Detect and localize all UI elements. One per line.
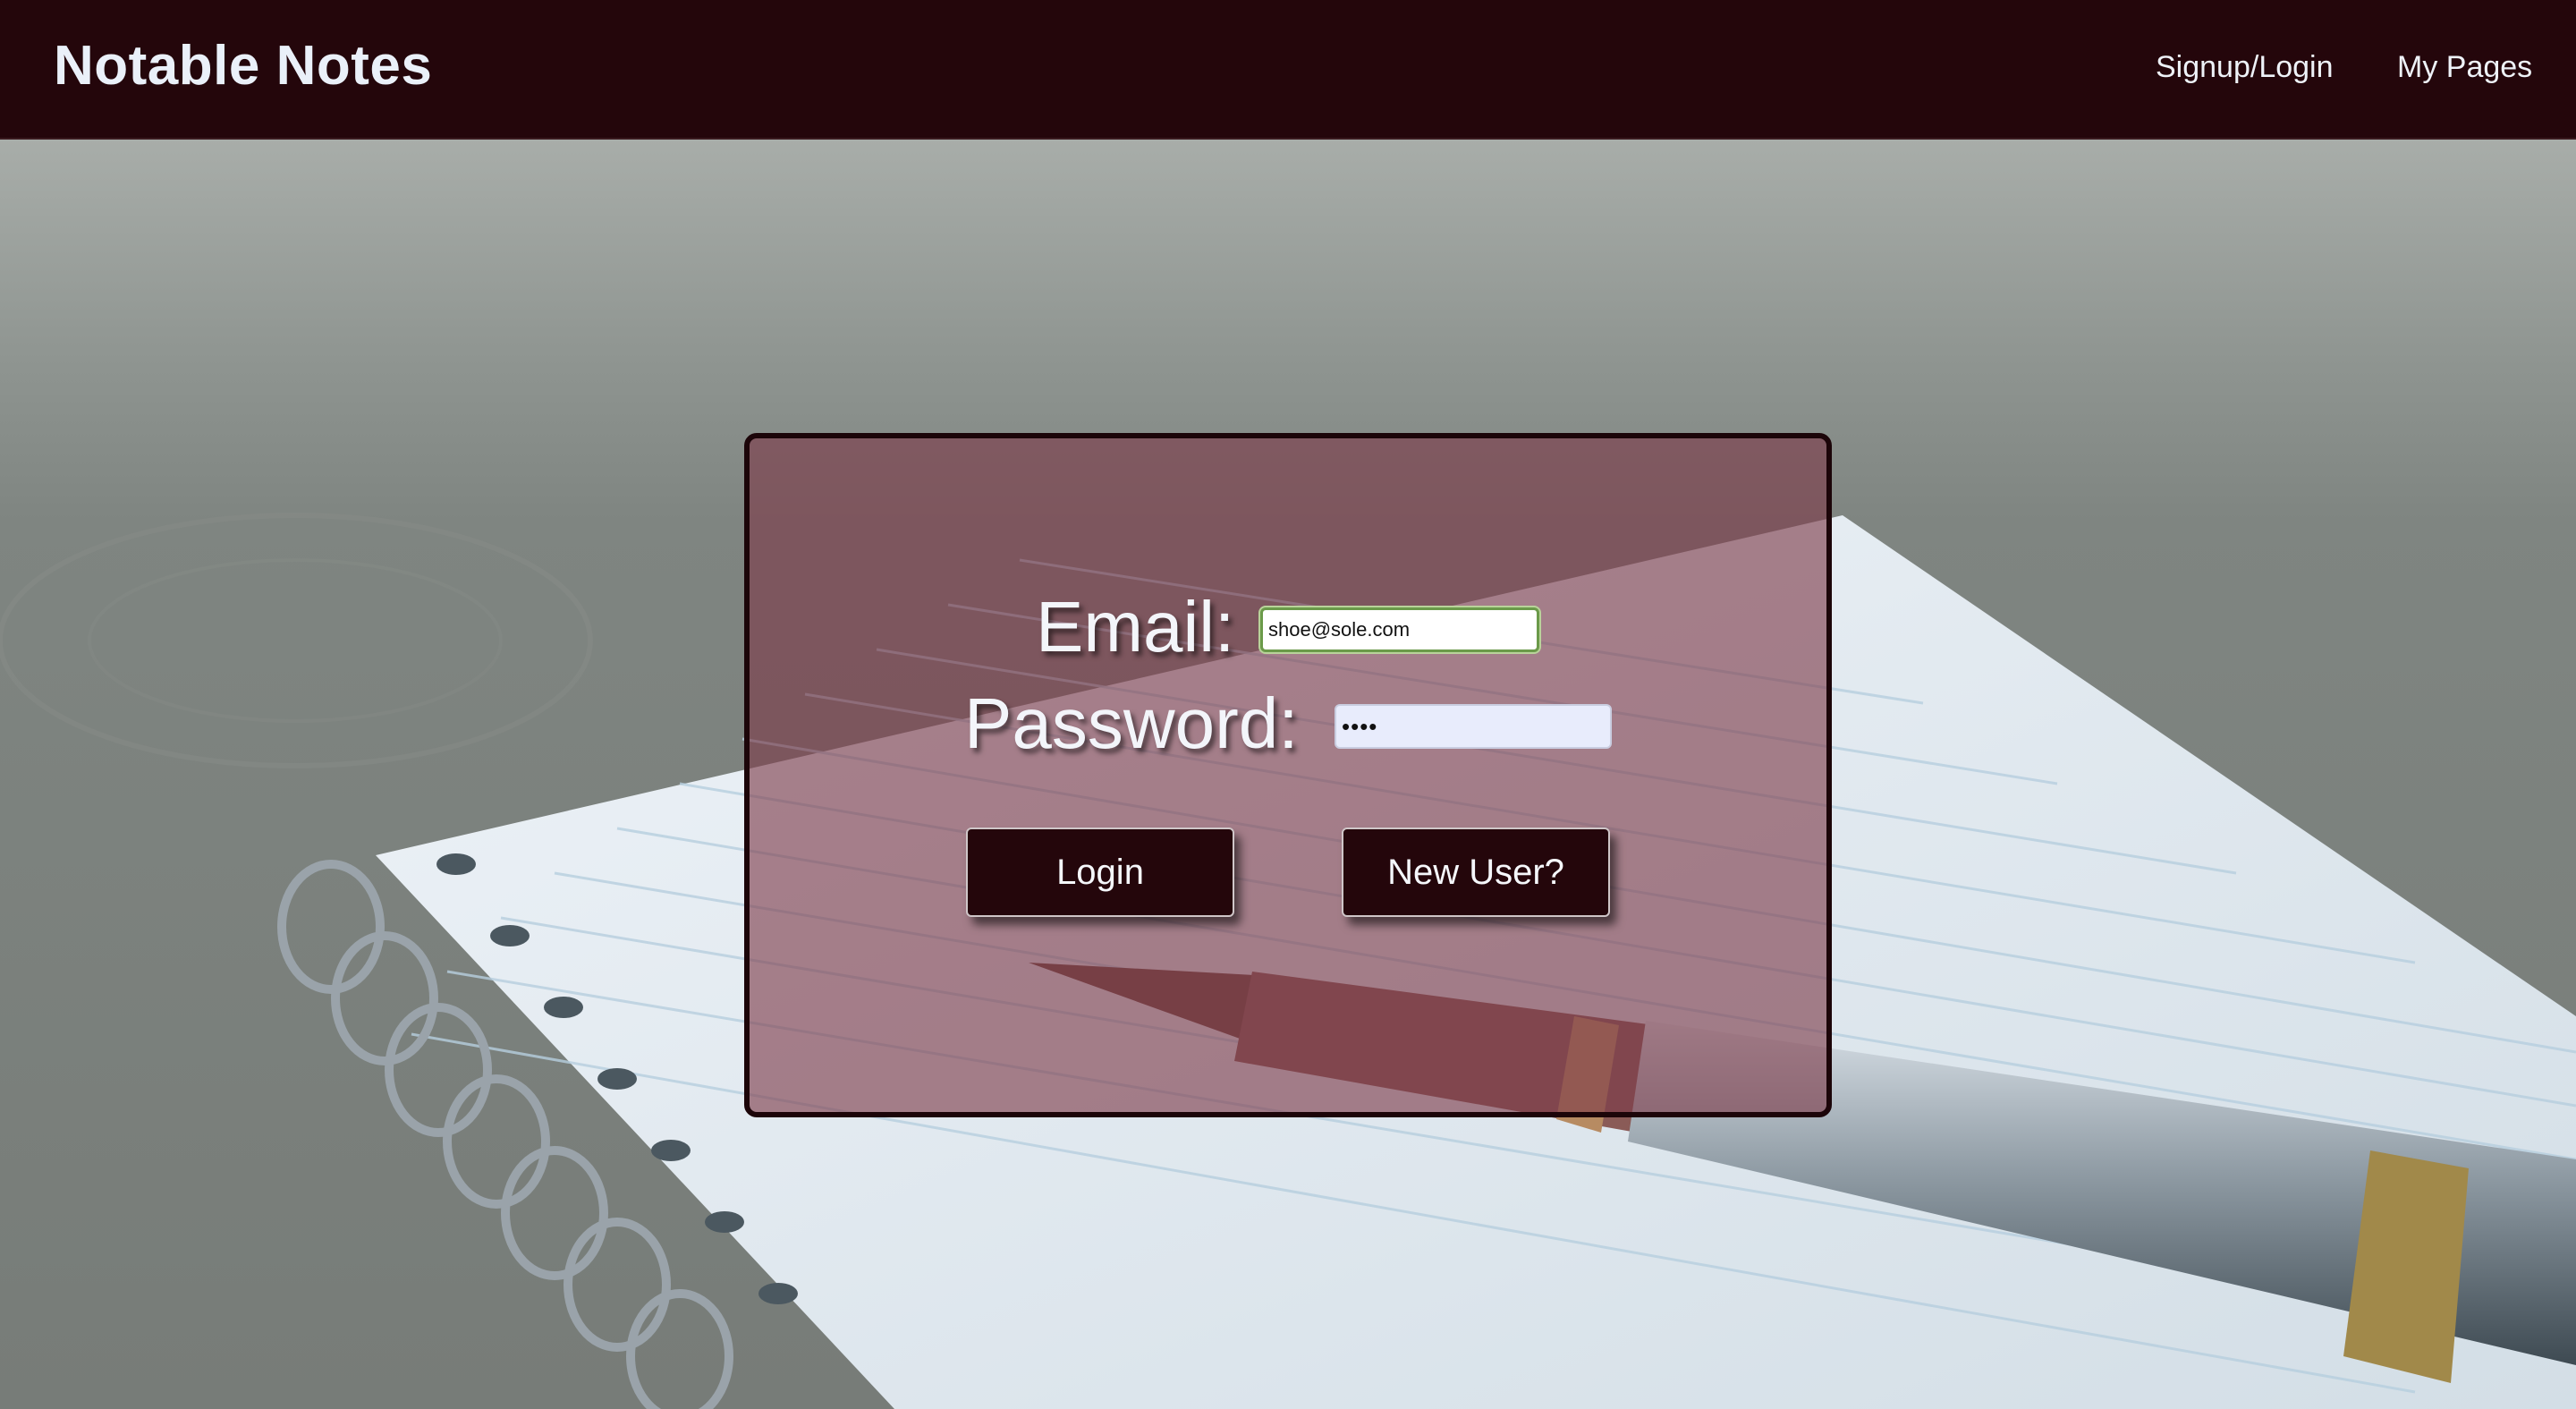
nav-signup-login-link[interactable]: Signup/Login — [2156, 50, 2334, 85]
password-input[interactable] — [1335, 704, 1612, 749]
nav-my-pages-link[interactable]: My Pages — [2397, 50, 2532, 85]
new-user-button[interactable]: New User? — [1342, 828, 1610, 917]
email-label: Email: — [1036, 587, 1235, 666]
top-navbar: Notable Notes Signup/Login My Pages — [0, 0, 2576, 140]
brand-logo[interactable]: Notable Notes — [54, 34, 432, 98]
email-input[interactable] — [1260, 607, 1539, 652]
login-button[interactable]: Login — [966, 828, 1234, 917]
password-label: Password: — [964, 683, 1299, 763]
login-panel — [744, 433, 1832, 1117]
